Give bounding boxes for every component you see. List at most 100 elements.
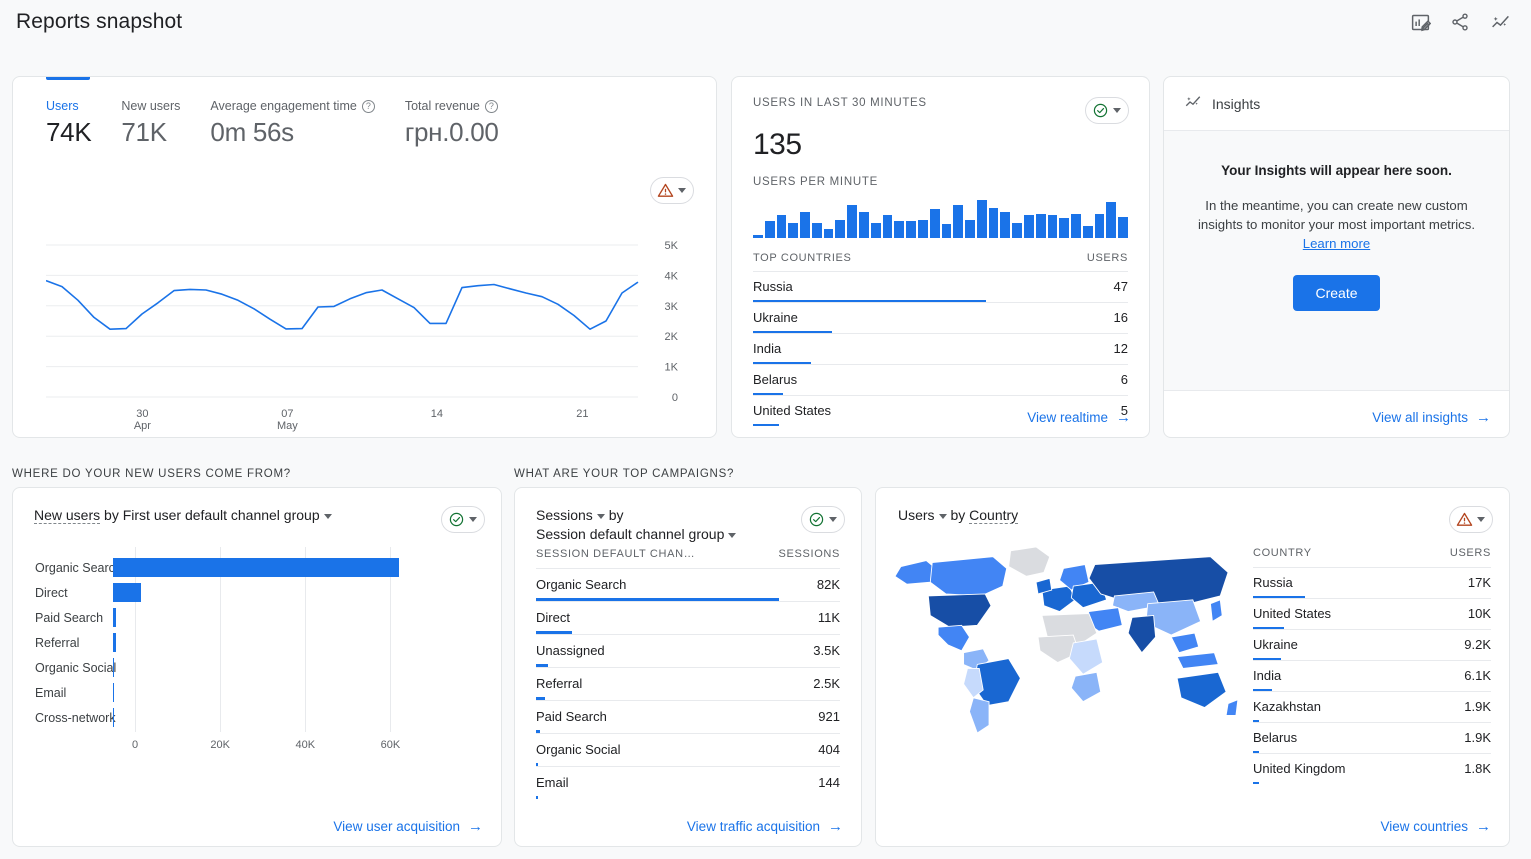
share-icon[interactable] [1449,11,1471,33]
view-countries-link[interactable]: View countries → [1380,819,1491,834]
map-region[interactable] [928,594,991,627]
map-region[interactable] [1177,653,1218,669]
bar-chart-row[interactable]: Organic Search [13,555,501,580]
learn-more-link[interactable]: Learn more [1303,236,1370,251]
section-caption-new-users: WHERE DO YOUR NEW USERS COME FROM? [12,468,291,480]
dimension-selector-country[interactable]: Country [969,507,1018,524]
metric-selector-new-users[interactable]: New users [34,507,100,524]
bar-chart-xticks: 020K40K60K [135,739,433,755]
bar-chart-row[interactable]: Referral [13,630,501,655]
map-region[interactable] [1009,547,1050,576]
view-realtime-link[interactable]: View realtime → [1027,410,1131,425]
bar-chart-row[interactable]: Organic Social [13,655,501,680]
bar-fill [113,633,116,652]
map-region[interactable] [1171,633,1198,653]
help-icon[interactable]: ? [485,100,498,113]
chevron-down-icon [1477,517,1485,522]
warning-triangle-icon [657,182,674,199]
table-row[interactable]: India6.1K [1253,660,1491,691]
chevron-down-icon[interactable] [324,514,332,519]
country-card-title: Users by Country [898,506,1018,525]
active-users-value: 135 [732,128,1149,162]
chevron-down-icon[interactable] [728,533,736,538]
table-row[interactable]: United States10K [1253,598,1491,629]
world-choropleth-map[interactable] [886,543,1241,733]
metric-tab-average-engagement-time[interactable]: Average engagement time?0m 56s [210,99,374,148]
overview-status-badge[interactable] [650,177,694,204]
metric-tab-total-revenue[interactable]: Total revenue?грн.0.00 [405,99,499,148]
users-value: 6.1K [1464,668,1491,683]
map-region[interactable] [1128,615,1155,652]
insights-footer: View all insights → [1164,391,1509,437]
country-name: Belarus [753,372,797,387]
view-user-acquisition-link[interactable]: View user acquisition → [333,819,483,834]
table-row[interactable]: Unassigned3.5K [536,634,840,667]
map-region[interactable] [1177,672,1226,707]
insights-empty-title: Your Insights will appear here soon. [1188,163,1485,178]
insights-icon[interactable] [1489,11,1511,33]
column-header-users: USERS [1450,547,1491,559]
map-region[interactable] [1069,639,1102,674]
insights-empty-text: In the meantime, you can create new cust… [1188,196,1485,253]
metric-selector-sessions[interactable]: Sessions [536,507,593,523]
table-row[interactable]: Belarus1.9K [1253,722,1491,753]
chevron-down-icon[interactable] [939,514,947,519]
table-row[interactable]: Russia47 [753,271,1128,302]
dimension-selector-channel-group[interactable]: First user default channel group [123,507,320,523]
country-status-badge[interactable] [1449,506,1493,533]
chevron-down-icon [678,188,686,193]
table-row[interactable]: Ukraine16 [753,302,1128,333]
metric-tab-users[interactable]: Users74K [46,99,91,148]
table-row[interactable]: Organic Search82K [536,568,840,601]
bar-chart-row[interactable]: Paid Search [13,605,501,630]
view-traffic-acquisition-link[interactable]: View traffic acquisition → [687,819,843,834]
table-row[interactable]: United Kingdom1.8K [1253,753,1491,784]
map-region[interactable] [938,625,969,650]
table-row[interactable]: India12 [753,333,1128,364]
insights-card: Insights Your Insights will appear here … [1163,76,1510,438]
table-row[interactable]: Kazakhstan1.9K [1253,691,1491,722]
users-value: 9.2K [1464,637,1491,652]
minute-bar [918,220,928,238]
metric-selector-users[interactable]: Users [898,507,935,523]
realtime-status-badge[interactable] [1085,97,1129,124]
map-region[interactable] [930,557,1006,596]
dimension-selector-session-channel-group[interactable]: Session default channel group [536,526,724,542]
bar-chart-row[interactable]: Email [13,680,501,705]
bar-label: Direct [13,586,113,600]
chevron-down-icon[interactable] [597,514,605,519]
view-user-acquisition-label: View user acquisition [333,819,460,834]
bar-label: Cross-network [13,711,113,725]
table-row[interactable]: Ukraine9.2K [1253,629,1491,660]
users-value: 1.9K [1464,699,1491,714]
table-row[interactable]: Organic Social404 [536,733,840,766]
new-users-status-badge[interactable] [441,506,485,533]
metric-tab-new-users[interactable]: New users71K [121,99,180,148]
view-all-insights-link[interactable]: View all insights → [1372,410,1491,425]
map-region[interactable] [969,698,989,733]
realtime-card: USERS IN LAST 30 MINUTES 135 USERS PER M… [731,76,1150,438]
table-row[interactable]: Referral2.5K [536,667,840,700]
table-row[interactable]: Email144 [536,766,840,799]
map-region[interactable] [1210,600,1222,622]
table-row[interactable]: Russia17K [1253,567,1491,598]
sessions-status-badge[interactable] [801,506,845,533]
bar-fill [113,658,114,677]
map-region[interactable] [1071,672,1100,701]
minute-bar [989,208,999,238]
column-header-sessions: SESSIONS [779,548,840,560]
map-region[interactable] [1089,557,1228,606]
help-icon[interactable]: ? [362,100,375,113]
table-row[interactable]: Paid Search921 [536,700,840,733]
bar-chart-row[interactable]: Cross-network [13,705,501,730]
svg-text:14: 14 [431,408,443,420]
create-insight-button[interactable]: Create [1293,275,1379,311]
metric-tabs: Users74K New users71K Average engagement t… [13,77,716,148]
table-row[interactable]: Belarus6 [753,364,1128,395]
edit-chart-icon[interactable] [1409,11,1431,33]
svg-text:2K: 2K [665,331,679,343]
map-region[interactable] [1226,700,1238,716]
minute-bar [859,212,869,238]
table-row[interactable]: Direct11K [536,601,840,634]
bar-chart-row[interactable]: Direct [13,580,501,605]
